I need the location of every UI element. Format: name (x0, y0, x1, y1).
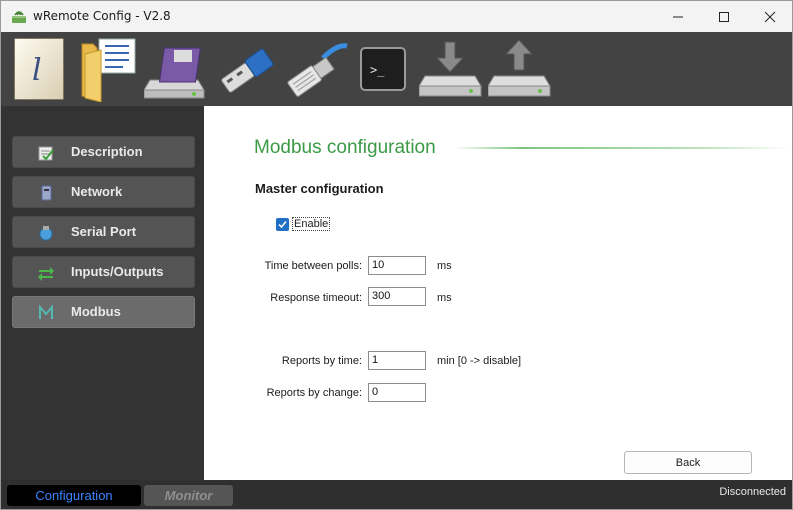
reports-by-time-unit: min [0 -> disable] (437, 355, 522, 367)
ethernet-connection-icon (287, 43, 348, 97)
svg-text:l: l (32, 53, 42, 88)
title-bar: wRemote Config - V2.8 (1, 1, 792, 32)
checkmark-icon (278, 221, 287, 229)
time-between-polls-label: Time between polls: (264, 260, 362, 272)
upload-to-device-button[interactable] (488, 36, 552, 102)
section-title: Master configuration (255, 181, 384, 196)
modbus-icon (39, 304, 53, 319)
page-title: Modbus configuration (254, 137, 436, 158)
save-to-disk-icon (144, 47, 205, 99)
close-icon (764, 11, 776, 22)
app-icon (12, 11, 26, 23)
description-document-icon: l (14, 38, 64, 100)
tab-monitor[interactable]: Monitor (144, 485, 233, 506)
close-button[interactable] (747, 1, 792, 32)
usb-connection-button[interactable] (215, 36, 277, 102)
sidebar-item-modbus[interactable]: Modbus (12, 296, 195, 328)
upload-to-device-icon (488, 39, 551, 97)
sidebar: Description Network Serial Port Inputs/O… (1, 106, 204, 480)
reports-by-time-label: Reports by time: (281, 355, 362, 367)
network-icon (41, 185, 52, 201)
sidebar-item-label: Serial Port (71, 224, 137, 239)
response-timeout-input[interactable]: 300 (368, 287, 426, 306)
inputs-outputs-icon (38, 267, 54, 281)
title-divider (454, 147, 790, 149)
open-folder-button[interactable] (79, 36, 139, 102)
reports-by-change-label: Reports by change: (266, 387, 362, 399)
app-window: wRemote Config - V2.8 l >_ Description N… (0, 0, 793, 510)
enable-checkbox[interactable] (276, 218, 289, 231)
sidebar-item-inputs-outputs[interactable]: Inputs/Outputs (12, 256, 195, 288)
download-from-device-icon (419, 41, 482, 97)
save-to-disk-button[interactable] (144, 36, 206, 102)
description-icon (38, 146, 54, 161)
sidebar-item-label: Modbus (71, 304, 121, 319)
reports-by-change-input[interactable]: 0 (368, 383, 426, 402)
terminal-button[interactable]: >_ (359, 36, 407, 102)
sidebar-item-label: Description (71, 144, 143, 159)
back-button[interactable]: Back (624, 451, 752, 474)
connection-status: Disconnected (719, 486, 786, 498)
response-timeout-label: Response timeout: (270, 292, 362, 304)
main-content: Modbus configuration Master configuratio… (204, 106, 792, 480)
sidebar-item-label: Network (71, 184, 123, 199)
tab-configuration[interactable]: Configuration (7, 485, 141, 506)
sidebar-item-label: Inputs/Outputs (71, 264, 164, 279)
sidebar-item-serial-port[interactable]: Serial Port (12, 216, 195, 248)
download-from-device-button[interactable] (419, 36, 483, 102)
ethernet-connection-button[interactable] (283, 36, 349, 102)
toolbar: l >_ (1, 32, 792, 106)
reports-by-time-input[interactable]: 1 (368, 351, 426, 370)
status-bar: Configuration Monitor Disconnected (1, 480, 792, 509)
svg-text:>_: >_ (370, 63, 385, 77)
usb-connection-icon (221, 48, 274, 93)
terminal-icon: >_ (360, 47, 406, 91)
enable-label[interactable]: Enable (292, 217, 331, 231)
time-between-polls-unit: ms (437, 260, 452, 272)
response-timeout-unit: ms (437, 292, 452, 304)
minimize-icon (673, 16, 683, 17)
sidebar-item-network[interactable]: Network (12, 176, 195, 208)
minimize-button[interactable] (655, 1, 701, 32)
description-document-button[interactable]: l (12, 36, 66, 102)
window-title: wRemote Config - V2.8 (33, 9, 171, 23)
sidebar-item-description[interactable]: Description (12, 136, 195, 168)
open-folder-icon (81, 38, 136, 102)
serial-port-icon (39, 226, 53, 241)
maximize-icon (719, 11, 729, 22)
time-between-polls-input[interactable]: 10 (368, 256, 426, 275)
maximize-button[interactable] (701, 1, 747, 32)
